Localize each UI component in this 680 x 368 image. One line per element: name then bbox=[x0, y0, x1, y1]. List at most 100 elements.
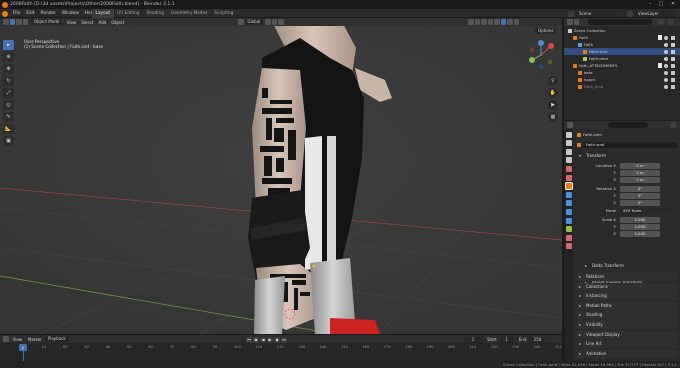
view-layer-tab-icon[interactable] bbox=[565, 157, 572, 164]
eye-icon[interactable] bbox=[664, 35, 668, 40]
eye-icon[interactable] bbox=[664, 42, 668, 47]
add-cube-tool-icon[interactable]: ▣ bbox=[3, 136, 14, 146]
tab-scripting[interactable]: Scripting bbox=[211, 9, 237, 18]
annotate-tool-icon[interactable]: ✎ bbox=[3, 112, 14, 122]
zoom-icon[interactable]: ⚲ bbox=[548, 76, 558, 86]
solid-shading-icon[interactable] bbox=[500, 19, 506, 25]
pivot-icon[interactable] bbox=[265, 19, 271, 25]
vp-menu-view[interactable]: View bbox=[64, 20, 79, 25]
end-frame-field[interactable]: 250 bbox=[529, 336, 546, 343]
menu-edit[interactable]: Edit bbox=[23, 9, 37, 18]
overlay-icon[interactable] bbox=[481, 19, 487, 25]
xray-icon[interactable] bbox=[487, 19, 493, 25]
properties-panel-viewport-display[interactable]: ▸ Viewport Display bbox=[576, 330, 678, 339]
scale-y-field[interactable]: 1.000 bbox=[620, 223, 660, 230]
playhead[interactable]: 1 bbox=[19, 344, 27, 351]
outliner-row[interactable]: Faith.smd bbox=[564, 48, 680, 55]
eye-icon[interactable] bbox=[664, 56, 668, 61]
outliner-row[interactable]: beta bbox=[564, 69, 680, 76]
physics-tab-icon[interactable] bbox=[565, 208, 572, 215]
gizmo-icon[interactable] bbox=[474, 19, 480, 25]
properties-panel-collections[interactable]: ▸ Collections bbox=[576, 282, 678, 291]
properties-editor-icon[interactable] bbox=[567, 122, 573, 128]
scene-icon[interactable] bbox=[568, 10, 574, 17]
properties-panel-line-art[interactable]: ▸ Line Art bbox=[576, 340, 678, 349]
jump-start-icon[interactable]: ⏮ bbox=[246, 336, 252, 343]
transform-panel-header[interactable]: ▾ Transform bbox=[576, 152, 678, 160]
object-tab-icon[interactable] bbox=[564, 182, 573, 191]
scale-x-field[interactable]: 1.000 bbox=[620, 216, 660, 223]
vp-menu-select[interactable]: Select bbox=[79, 20, 96, 25]
rotate-tool-icon[interactable]: ↻ bbox=[3, 76, 14, 86]
rotation-y-field[interactable]: 0° bbox=[620, 192, 660, 199]
prev-key-icon[interactable]: ◆ bbox=[253, 336, 259, 343]
properties-panel-shading[interactable]: ▸ Shading bbox=[576, 311, 678, 320]
transform-orientation-icon[interactable] bbox=[238, 19, 244, 25]
eye-icon[interactable] bbox=[664, 49, 668, 54]
select-box-icon[interactable] bbox=[9, 19, 15, 25]
close-icon[interactable]: ✕ bbox=[668, 1, 678, 8]
constraints-tab-icon[interactable] bbox=[565, 217, 572, 224]
exclude-checkbox[interactable] bbox=[657, 63, 662, 68]
location-y-field[interactable]: 0 m bbox=[620, 169, 660, 176]
play-reverse-icon[interactable]: ◀ bbox=[260, 336, 266, 343]
camera-view-icon[interactable]: ▶ bbox=[548, 100, 558, 110]
editor-type-icon[interactable] bbox=[3, 19, 9, 25]
tab-layout[interactable]: Layout bbox=[92, 9, 114, 18]
eye-icon[interactable] bbox=[664, 70, 668, 75]
delta-transform-panel[interactable]: ▸ Delta Transform bbox=[582, 262, 678, 270]
maximize-icon[interactable]: □ bbox=[656, 1, 666, 8]
orientation-dropdown[interactable]: Global bbox=[244, 19, 264, 25]
move-tool-icon[interactable]: ✥ bbox=[3, 64, 14, 74]
timeline-menu-playback[interactable]: Playback bbox=[44, 336, 69, 342]
scene-selector[interactable]: Scene bbox=[576, 10, 616, 17]
camera-icon[interactable] bbox=[671, 63, 675, 68]
options-dropdown[interactable]: Options bbox=[535, 28, 557, 34]
scene-tab-icon[interactable] bbox=[565, 165, 572, 172]
select-tool-icon[interactable]: ▸ bbox=[3, 40, 14, 50]
minimize-icon[interactable]: – bbox=[645, 1, 655, 8]
eye-icon[interactable] bbox=[664, 84, 668, 89]
tab-uv-editing[interactable]: UV Editing bbox=[114, 9, 143, 18]
scale-tool-icon[interactable]: ⤢ bbox=[3, 88, 14, 98]
location-x-field[interactable]: 0 m bbox=[620, 162, 660, 169]
select-extend-icon[interactable] bbox=[16, 19, 22, 25]
scale-z-field[interactable]: 1.000 bbox=[620, 230, 660, 237]
blender-menu-icon[interactable] bbox=[2, 10, 8, 17]
menu-file[interactable]: File bbox=[10, 9, 23, 18]
timeline-menu-view[interactable]: View bbox=[10, 337, 26, 342]
location-z-field[interactable]: 0 m bbox=[620, 176, 660, 183]
output-tab-icon[interactable] bbox=[565, 148, 572, 155]
outliner-row[interactable]: Faith bbox=[564, 34, 680, 41]
play-icon[interactable]: ▶ bbox=[267, 336, 273, 343]
camera-icon[interactable] bbox=[671, 70, 675, 75]
timeline-editor-icon[interactable] bbox=[3, 336, 9, 342]
camera-icon[interactable] bbox=[671, 49, 675, 54]
rendered-shading-icon[interactable] bbox=[513, 19, 519, 25]
camera-icon[interactable] bbox=[671, 35, 675, 40]
pin-icon[interactable] bbox=[670, 122, 676, 128]
material-tab-icon[interactable] bbox=[565, 234, 572, 241]
wireframe-shading-icon[interactable] bbox=[494, 19, 500, 25]
outliner-row[interactable]: Scene Collection bbox=[564, 27, 680, 34]
camera-icon[interactable] bbox=[671, 56, 675, 61]
navigation-gizmo[interactable] bbox=[526, 40, 556, 70]
viewlayer-icon[interactable] bbox=[627, 10, 633, 17]
tab-shading[interactable]: Shading bbox=[143, 9, 167, 18]
eye-icon[interactable] bbox=[664, 63, 668, 68]
measure-tool-icon[interactable]: 📐 bbox=[3, 124, 14, 134]
tab-geometry-nodes[interactable]: Geometry Nodes bbox=[168, 9, 211, 18]
camera-icon[interactable] bbox=[671, 77, 675, 82]
rotation-mode-dropdown[interactable]: XYZ Euler bbox=[620, 207, 672, 214]
rotation-z-field[interactable]: 0° bbox=[620, 199, 660, 206]
tool-tab-icon[interactable] bbox=[565, 131, 572, 138]
ortho-grid-icon[interactable]: ▦ bbox=[548, 112, 558, 122]
outliner-row[interactable]: Faith.pmd bbox=[564, 55, 680, 62]
outliner-row[interactable]: hooch bbox=[564, 76, 680, 83]
world-tab-icon[interactable] bbox=[565, 174, 572, 181]
camera-icon[interactable] bbox=[671, 42, 675, 47]
select-subtract-icon[interactable] bbox=[22, 19, 28, 25]
modifiers-tab-icon[interactable] bbox=[565, 191, 572, 198]
new-collection-icon[interactable] bbox=[668, 19, 674, 25]
jump-end-icon[interactable]: ⏭ bbox=[281, 336, 287, 343]
